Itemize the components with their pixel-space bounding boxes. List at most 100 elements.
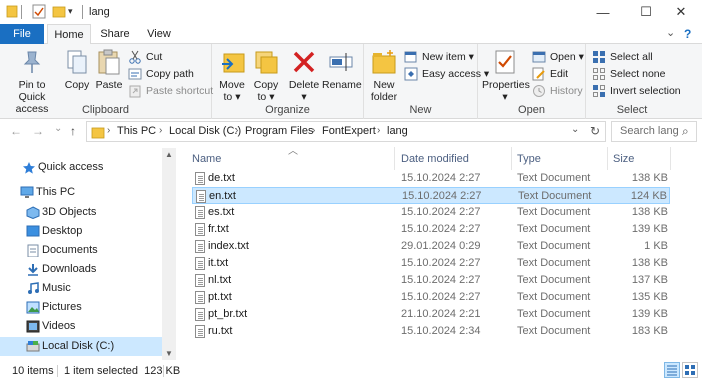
new-folder-icon[interactable] <box>52 4 66 20</box>
nav-item-this-pc[interactable]: This PC <box>0 183 162 202</box>
cut-label: Cut <box>146 51 163 63</box>
details-view-button[interactable] <box>664 362 680 378</box>
search-placeholder: Search lang <box>620 125 679 137</box>
column-divider[interactable] <box>670 147 671 170</box>
nav-item-3d-objects[interactable]: 3D Objects <box>0 203 162 222</box>
folder-icon <box>91 125 105 142</box>
nav-item-documents[interactable]: Documents <box>0 241 162 260</box>
nav-item-label: This PC <box>36 186 76 198</box>
tab-home[interactable]: Home <box>47 24 91 45</box>
nav-item-quick-access[interactable]: Quick access <box>0 158 162 177</box>
column-header-date-modified[interactable]: Date modified <box>401 150 469 168</box>
large-icons-view-button[interactable] <box>682 362 698 378</box>
file-name: nl.txt <box>208 274 232 286</box>
file-row[interactable]: pt.txt 15.10.2024 2:27 Text Document 135 KB <box>192 289 670 306</box>
large-icons-view-icon <box>685 365 695 375</box>
nav-item-local-disk[interactable]: Local Disk (C:) <box>0 337 162 356</box>
select-all-button[interactable]: Select all <box>592 49 653 65</box>
nav-item-pictures[interactable]: Pictures <box>0 298 162 317</box>
file-row[interactable]: it.txt 15.10.2024 2:27 Text Document 138 KB <box>192 255 670 272</box>
breadcrumb-lang[interactable]: lang <box>387 125 408 137</box>
move-to-button[interactable]: Move to ▾ <box>216 48 248 103</box>
open-button[interactable]: Open ▾ <box>532 49 584 65</box>
help-button[interactable]: ? <box>684 27 691 41</box>
nav-item-label: Pictures <box>42 301 82 313</box>
nav-item-music[interactable]: Music <box>0 279 162 298</box>
scroll-down-arrow[interactable]: ▼ <box>165 349 173 358</box>
invert-selection-button[interactable]: Invert selection <box>592 83 681 99</box>
copy-to-label-line2: to ▾ <box>257 91 275 103</box>
text-file-icon <box>195 291 205 304</box>
new-folder-icon <box>370 48 398 76</box>
select-group-label: Select <box>616 104 648 116</box>
new-folder-button[interactable]: New folder <box>368 48 400 103</box>
address-dropdown-button[interactable]: ⌄ <box>571 124 579 135</box>
file-row[interactable]: nl.txt 15.10.2024 2:27 Text Document 137 KB <box>192 272 670 289</box>
copy-button[interactable]: Copy <box>62 48 92 91</box>
address-bar[interactable]: › This PC › Local Disk (C:) › Program Fi… <box>86 121 606 142</box>
close-button[interactable]: ✕ <box>660 0 702 24</box>
file-row[interactable]: index.txt 29.01.2024 0:29 Text Document 1 K… <box>192 238 670 255</box>
organize-group-label: Organize <box>265 104 310 116</box>
paste-shortcut-icon <box>128 84 142 98</box>
nav-item-label: Videos <box>42 320 76 332</box>
tab-file[interactable]: File <box>0 24 44 44</box>
tab-share[interactable]: Share <box>93 24 137 44</box>
column-divider[interactable] <box>511 147 512 170</box>
column-header-size[interactable]: Size <box>613 150 634 168</box>
history-button[interactable]: History <box>532 83 583 99</box>
copy-label: Copy <box>64 79 90 91</box>
file-row[interactable]: de.txt 15.10.2024 2:27 Text Document 138 KB <box>192 170 670 187</box>
file-date-modified: 15.10.2024 2:27 <box>401 223 481 235</box>
search-box[interactable]: Search lang ⌕ <box>611 121 697 142</box>
copy-to-label-line1: Copy <box>253 79 279 91</box>
copy-path-button[interactable]: Copy path <box>128 66 194 82</box>
file-row[interactable]: fr.txt 15.10.2024 2:27 Text Document 139 KB <box>192 221 670 238</box>
breadcrumb-program-files[interactable]: Program Files <box>245 125 313 137</box>
easy-access-button[interactable]: Easy access ▾ <box>404 66 489 82</box>
open-icon <box>532 50 546 64</box>
edit-button[interactable]: Edit <box>532 66 568 82</box>
breadcrumb-local-disk[interactable]: Local Disk (C:) <box>169 125 241 137</box>
minimize-button[interactable]: — <box>582 0 624 24</box>
properties-button[interactable]: Properties ▾ <box>482 48 530 103</box>
properties-icon[interactable] <box>32 4 46 20</box>
invert-selection-label: Invert selection <box>610 85 681 97</box>
forward-button[interactable]: → <box>32 124 44 138</box>
cut-button[interactable]: Cut <box>128 49 162 65</box>
rename-button[interactable]: Rename <box>322 48 362 91</box>
file-row[interactable]: es.txt 15.10.2024 2:27 Text Document 138 KB <box>192 204 670 221</box>
nav-item-videos[interactable]: Videos <box>0 317 162 336</box>
tab-view[interactable]: View <box>137 24 181 44</box>
breadcrumb-separator: › <box>312 125 316 136</box>
column-header-name[interactable]: Name <box>192 150 221 168</box>
new-item-button[interactable]: New item ▾ <box>404 49 474 65</box>
file-row[interactable]: pt_br.txt 21.10.2024 2:21 Text Document 139… <box>192 306 670 323</box>
column-divider[interactable] <box>394 147 395 170</box>
copy-to-button[interactable]: Copy to ▾ <box>250 48 282 103</box>
customize-quick-access-icon[interactable]: ▾ <box>68 6 78 22</box>
refresh-button[interactable]: ↻ <box>590 124 600 138</box>
new-group-label: New <box>409 104 432 116</box>
column-header-type[interactable]: Type <box>517 150 541 168</box>
back-button[interactable]: ← <box>10 124 22 138</box>
nav-item-downloads[interactable]: Downloads <box>0 260 162 279</box>
music-icon <box>26 282 40 295</box>
up-button[interactable]: ↑ <box>70 124 76 138</box>
select-none-button[interactable]: Select none <box>592 66 665 82</box>
collapse-ribbon-button[interactable]: ⌄ <box>666 26 675 39</box>
paste-button[interactable]: Paste <box>94 48 124 91</box>
navigation-pane-scrollbar[interactable]: ▲ ▼ <box>162 148 176 360</box>
delete-button[interactable]: Delete ▾ <box>286 48 322 103</box>
window-title: lang <box>89 6 110 18</box>
file-row[interactable]: en.txt 15.10.2024 2:27 Text Document 124 KB <box>192 187 670 204</box>
recent-locations-button[interactable]: ⌄ <box>54 123 62 134</box>
paste-shortcut-button[interactable]: Paste shortcut <box>128 83 213 99</box>
breadcrumb-fontexpert[interactable]: FontExpert <box>322 125 376 137</box>
file-row[interactable]: ru.txt 15.10.2024 2:34 Text Document 183 KB <box>192 323 670 340</box>
column-divider[interactable] <box>607 147 608 170</box>
file-type: Text Document <box>517 308 591 320</box>
scroll-up-arrow[interactable]: ▲ <box>165 150 173 159</box>
nav-item-desktop[interactable]: Desktop <box>0 222 162 241</box>
breadcrumb-this-pc[interactable]: This PC <box>117 125 156 137</box>
